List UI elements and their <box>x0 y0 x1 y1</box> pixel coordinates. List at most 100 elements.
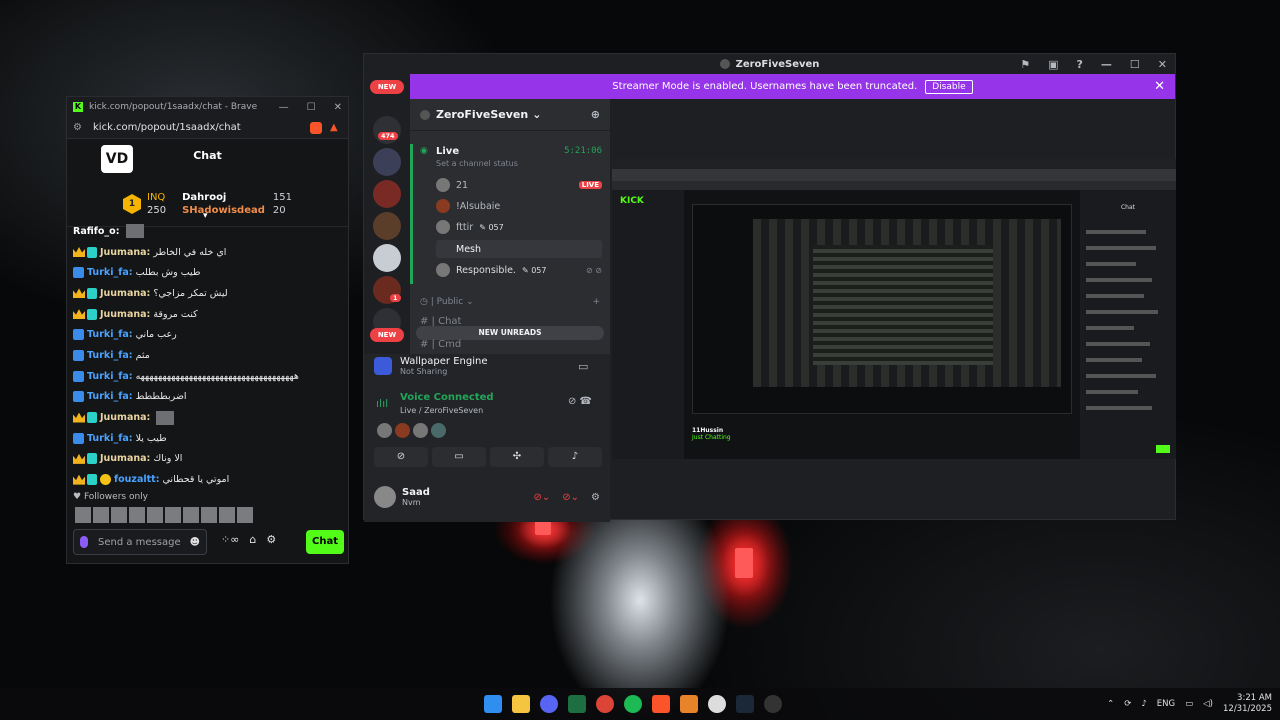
chrome-icon[interactable] <box>596 695 614 713</box>
stream-view[interactable]: KICK Chat 11Hussin Just Chatting <box>612 159 1176 459</box>
chat-username[interactable]: Turki_fa: <box>87 391 133 402</box>
chat-username[interactable]: Rafifo_o: <box>73 226 120 237</box>
voice-channel-live[interactable]: ◉ Live 5:21:06 Set a channel status <box>416 144 606 170</box>
spotify-icon[interactable] <box>624 695 642 713</box>
screen-share-icon[interactable]: ▭ <box>578 360 588 373</box>
voice-user[interactable]: Mesh <box>436 240 602 258</box>
top-gifter-2[interactable]: SHadowisdead <box>182 204 265 217</box>
activity-card[interactable]: Wallpaper Engine Not Sharing ▭ <box>374 356 588 376</box>
brave-icon[interactable] <box>652 695 670 713</box>
chat-username[interactable]: Juumana: <box>100 412 150 423</box>
emote-icon[interactable] <box>201 507 217 523</box>
chevron-up-icon[interactable]: ⌃ <box>1107 699 1114 709</box>
clock-time[interactable]: 3:21 AM <box>1223 693 1272 704</box>
emote-row[interactable] <box>75 507 253 523</box>
add-channel-icon[interactable]: + <box>592 297 600 307</box>
chat-username[interactable]: Juumana: <box>100 247 150 258</box>
server-icon[interactable] <box>373 148 401 176</box>
clock-date[interactable]: 12/31/2025 <box>1223 704 1272 715</box>
gear-icon[interactable]: ⚙ <box>591 492 600 503</box>
chat-username[interactable]: Juumana: <box>100 453 150 464</box>
chat-username[interactable]: Turki_fa: <box>87 329 133 340</box>
disable-streamer-mode-button[interactable]: Disable <box>925 79 973 94</box>
close-icon[interactable]: ✕ <box>1158 58 1167 71</box>
camera-off-icon[interactable]: ⊘ <box>374 447 428 467</box>
obs-icon[interactable] <box>708 695 726 713</box>
emote-icon[interactable] <box>93 507 109 523</box>
server-header[interactable]: ZeroFiveSeven ⌄ ⊕ <box>410 99 610 131</box>
avatar[interactable] <box>377 423 392 438</box>
gear-icon[interactable]: ⚙ <box>266 533 276 546</box>
maximize-icon[interactable]: ☐ <box>1130 58 1140 71</box>
discord-icon[interactable] <box>540 695 558 713</box>
address-bar[interactable]: ⚙ kick.com/popout/1saadx/chat ▲ <box>67 117 348 139</box>
emote-icon[interactable] <box>219 507 235 523</box>
flag-icon[interactable]: ⚑ <box>1020 58 1030 71</box>
mic-muted-icon[interactable]: ⊘⌄ <box>534 492 551 503</box>
new-unreads-button[interactable]: NEW UNREADS <box>416 326 604 340</box>
avatar[interactable] <box>374 486 396 508</box>
app-icon[interactable] <box>764 695 782 713</box>
chat-username[interactable]: Turki_fa: <box>87 350 133 361</box>
site-settings-icon[interactable]: ⚙ <box>73 122 83 133</box>
activities-icon[interactable]: ✣ <box>490 447 544 467</box>
server-icon[interactable] <box>373 244 401 272</box>
avatar[interactable] <box>431 423 446 438</box>
close-icon[interactable]: ✕ <box>334 102 342 113</box>
voice-channel-path[interactable]: Live / ZeroFiveSeven <box>400 406 483 415</box>
chat-username[interactable]: Juumana: <box>100 309 150 320</box>
chat-input-placeholder[interactable]: Send a message <box>98 537 181 548</box>
chat-username[interactable]: Turki_fa: <box>87 433 133 444</box>
server-icon[interactable] <box>373 212 401 240</box>
steam-icon[interactable] <box>736 695 754 713</box>
emote-icon[interactable] <box>183 507 199 523</box>
emote-icon[interactable] <box>165 507 181 523</box>
avatar[interactable] <box>395 423 410 438</box>
url-text[interactable]: kick.com/popout/1saadx/chat <box>93 122 241 133</box>
signal-icon[interactable]: ılıl <box>376 397 388 410</box>
inbox-icon[interactable]: ▣ <box>1048 58 1058 71</box>
disconnect-icon[interactable]: ⊘ ☎ <box>568 396 592 407</box>
display-icon[interactable]: ▭ <box>1185 699 1193 709</box>
server-name[interactable]: ZeroFiveSeven <box>436 108 528 121</box>
invite-people-icon[interactable]: ⊕ <box>591 108 600 121</box>
emote-icon[interactable] <box>237 507 253 523</box>
emote-icon[interactable] <box>129 507 145 523</box>
emote-icon[interactable] <box>147 507 163 523</box>
mic-icon[interactable] <box>80 536 88 548</box>
start-icon[interactable] <box>484 695 502 713</box>
emote-icon[interactable] <box>111 507 127 523</box>
close-icon[interactable]: ✕ <box>1154 79 1165 94</box>
maximize-icon[interactable]: ☐ <box>307 102 316 113</box>
user-name[interactable]: Saad <box>402 487 430 498</box>
bits-icon[interactable]: ⁘∞ <box>221 533 239 546</box>
help-icon[interactable]: ? <box>1077 58 1083 71</box>
deafen-icon[interactable]: ⊘⌄ <box>562 492 579 503</box>
chat-username[interactable]: Juumana: <box>100 288 150 299</box>
voice-user[interactable]: Responsible. ✎ 057 ⊘ ⊘ <box>436 261 602 279</box>
chevron-down-icon[interactable]: ▾ <box>203 211 208 221</box>
brave-rewards-icon[interactable]: ▲ <box>330 122 342 134</box>
chat-input[interactable]: Send a message ☻ <box>73 529 207 555</box>
chat-send-button[interactable]: Chat <box>306 530 344 554</box>
clock[interactable]: 3:21 AM 12/31/2025 <box>1223 693 1272 715</box>
minimize-icon[interactable]: — <box>1101 58 1112 71</box>
excel-icon[interactable] <box>568 695 586 713</box>
minimize-icon[interactable]: — <box>279 102 289 113</box>
voice-user[interactable]: fttir ✎ 057 <box>436 218 602 236</box>
sync-icon[interactable]: ⟳ <box>1124 699 1131 709</box>
brave-shields-icon[interactable] <box>310 121 322 134</box>
volume-icon[interactable]: ◁) <box>1203 699 1213 709</box>
channel-cmd[interactable]: # | Cmd <box>420 339 461 350</box>
soundboard-icon[interactable]: ♪ <box>548 447 602 467</box>
language-indicator[interactable]: ENG <box>1157 699 1175 709</box>
chat-username[interactable]: Turki_fa: <box>87 267 133 278</box>
mic-icon[interactable]: ♪ <box>1141 699 1146 709</box>
chat-username[interactable]: fouzaltt: <box>114 474 160 485</box>
server-icon[interactable] <box>373 180 401 208</box>
category-public[interactable]: ◷ | Public ⌄ + <box>420 297 600 307</box>
chat-username[interactable]: Turki_fa: <box>87 371 133 382</box>
emote-icon[interactable] <box>75 507 91 523</box>
avatar[interactable] <box>413 423 428 438</box>
chevron-down-icon[interactable]: ⌄ <box>532 108 541 121</box>
